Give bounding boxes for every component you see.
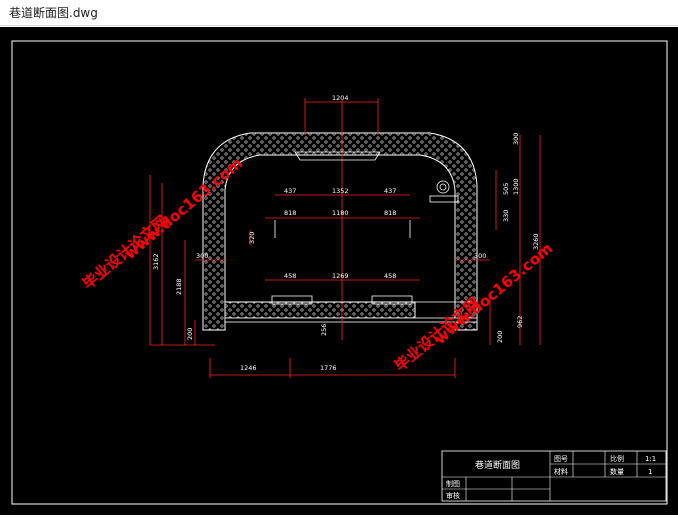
- title-scale-value: 1:1: [645, 455, 656, 463]
- watermarks: 毕业设计论文网 www.doc163.com 毕业设计论文网 www.doc16…: [79, 154, 556, 375]
- title-quantity-value: 1: [648, 468, 652, 476]
- dim-left-lamp: 437: [284, 187, 296, 195]
- window-title: 巷道断面图.dwg: [9, 6, 98, 20]
- dim-arch-thickness: 300: [512, 133, 520, 145]
- dim-right-low-2: 200: [496, 331, 504, 343]
- watermark-url-right: www.doc163.com: [431, 239, 556, 348]
- dim-right-height-low: 330: [502, 210, 510, 222]
- dim-rail-right: 458: [384, 272, 396, 280]
- title-label-scale: 比例: [610, 454, 624, 463]
- title-block: 巷道断面图 图号 材料 比例 1:1 数量 1 制图 审核: [441, 450, 667, 502]
- title-label-material: 材料: [554, 467, 568, 476]
- dim-top-width: 1204: [332, 94, 349, 102]
- dim-pipe-drop: 320: [248, 232, 256, 244]
- cad-viewport[interactable]: 1204 437 1352 437 818 1180 818 458 1269 …: [0, 27, 678, 515]
- drawing-canvas[interactable]: 1204 437 1352 437 818 1180 818 458 1269 …: [0, 27, 678, 515]
- dim-right-pipe: 818: [384, 209, 396, 217]
- title-label-drawing-no: 图号: [554, 455, 568, 463]
- dim-rail-left: 458: [284, 272, 296, 280]
- dim-left-wall: 300: [196, 252, 208, 260]
- window-titlebar: 巷道断面图.dwg: [0, 0, 678, 26]
- dim-track-height: 256: [320, 324, 328, 336]
- dim-bottom-left: 1246: [240, 364, 257, 372]
- dim-left-height-2: 2188: [175, 278, 183, 295]
- dim-left-pipe: 818: [284, 209, 296, 217]
- dim-bottom-right: 1776: [320, 364, 337, 372]
- dim-right-height-mid: 1300: [512, 178, 520, 195]
- dim-pipe-span: 1180: [332, 209, 349, 217]
- title-label-quantity: 数量: [610, 467, 624, 476]
- dim-rail-span: 1269: [332, 272, 349, 280]
- tunnel-fixtures: [230, 151, 470, 305]
- dim-right-wall: 300: [474, 252, 486, 260]
- title-drawing-name: 巷道断面图: [475, 459, 520, 471]
- dim-right-height-upper: 505: [502, 183, 510, 195]
- watermark-url-left: www.doc163.com: [121, 154, 246, 263]
- dim-right-lamp: 437: [384, 187, 396, 195]
- dim-left-height-1: 3162: [152, 253, 160, 270]
- title-label-checked: 审核: [446, 491, 460, 500]
- dim-center-span: 1352: [332, 187, 349, 195]
- title-label-drawn: 制图: [446, 479, 460, 488]
- dim-floor-left: 200: [186, 328, 194, 340]
- dim-right-low-1: 962: [516, 316, 524, 328]
- tunnel-lining: [202, 132, 478, 331]
